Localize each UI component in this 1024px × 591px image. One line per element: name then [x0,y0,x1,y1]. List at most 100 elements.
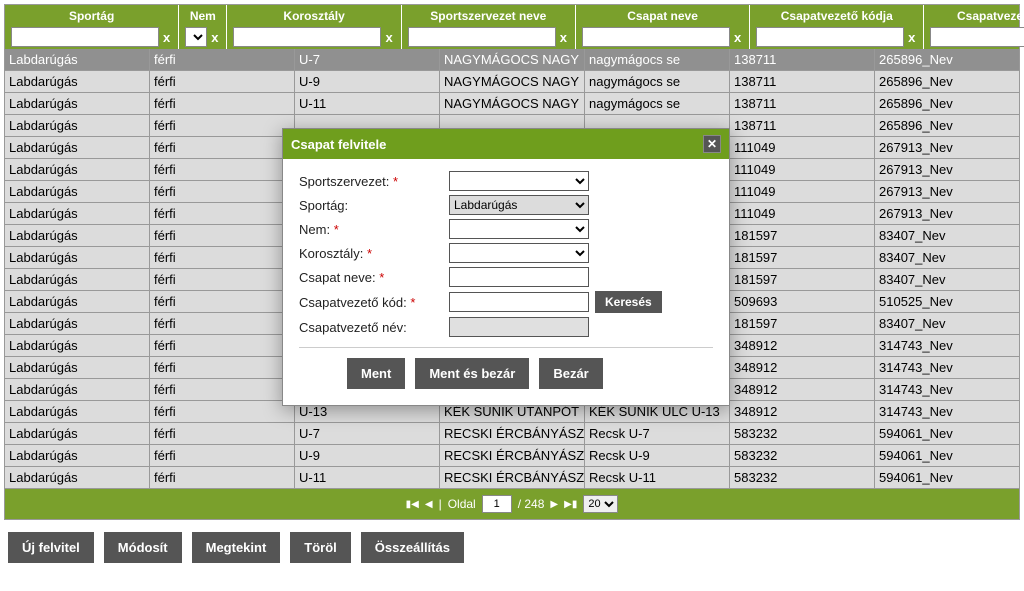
table-cell: Labdarúgás [5,269,150,290]
table-row[interactable]: LabdarúgásférfiU-7RECSKI ÉRCBÁNYÁSZRecsk… [5,423,1019,445]
sport-select[interactable]: Labdarúgás [449,195,589,215]
gender-select[interactable] [449,219,589,239]
delete-button[interactable]: Töröl [290,532,351,563]
table-cell: 509693 [730,291,875,312]
filter-input[interactable] [185,27,207,47]
save-close-button[interactable]: Ment és bezár [415,358,529,389]
filter-input[interactable] [11,27,159,47]
table-row[interactable]: LabdarúgásférfiU-7NAGYMÁGOCS NAGYnagymág… [5,49,1019,71]
table-cell: 138711 [730,49,875,70]
table-cell: U-11 [295,93,440,114]
search-button[interactable]: Keresés [595,291,662,313]
table-cell: 348912 [730,335,875,356]
col-header[interactable]: Csapatvezető kódjax [750,5,924,49]
clear-filter-icon[interactable]: x [558,30,569,45]
org-select[interactable] [449,171,589,191]
table-cell: férfi [150,401,295,422]
edit-button[interactable]: Módosít [104,532,182,563]
col-header[interactable]: Csapat nevex [576,5,750,49]
table-cell: 265896_Nev [875,71,1019,92]
table-cell: Labdarúgás [5,137,150,158]
table-cell: Labdarúgás [5,467,150,488]
age-select[interactable] [449,243,589,263]
table-cell: Recsk U-9 [585,445,730,466]
col-header[interactable]: Sportszervezet nevex [402,5,576,49]
table-cell: 267913_Nev [875,203,1019,224]
page-input[interactable] [482,495,512,513]
dialog-title-bar: Csapat felvitele ✕ [283,129,729,159]
last-page-icon[interactable]: ▶▮ [564,499,577,510]
table-cell: 83407_Nev [875,247,1019,268]
table-cell: férfi [150,203,295,224]
col-header[interactable]: Korosztály x [227,5,401,49]
clear-filter-icon[interactable]: x [383,30,394,45]
table-cell: Recsk U-11 [585,467,730,488]
table-cell: 314743_Nev [875,379,1019,400]
table-cell: 111049 [730,159,875,180]
filter-input[interactable] [756,27,904,47]
table-cell: 111049 [730,203,875,224]
table-row[interactable]: LabdarúgásférfiU-9NAGYMÁGOCS NAGYnagymág… [5,71,1019,93]
table-cell: 111049 [730,137,875,158]
table-cell: Labdarúgás [5,203,150,224]
table-cell: NAGYMÁGOCS NAGY [440,49,585,70]
filter-input[interactable] [582,27,730,47]
col-header[interactable]: Csapatvezető nevex [924,5,1024,49]
clear-filter-icon[interactable]: x [161,30,172,45]
next-page-icon[interactable]: ▶ [550,499,558,510]
org-label: Sportszervezet: * [299,174,449,189]
table-cell: férfi [150,49,295,70]
col-title: Csapatvezető neve [926,7,1024,27]
close-button[interactable]: Bezár [539,358,602,389]
view-button[interactable]: Megtekint [192,532,281,563]
table-cell: 181597 [730,313,875,334]
table-row[interactable]: LabdarúgásférfiU-9RECSKI ÉRCBÁNYÁSZRecsk… [5,445,1019,467]
table-row[interactable]: LabdarúgásférfiU-11NAGYMÁGOCS NAGYnagymá… [5,93,1019,115]
gender-label: Nem: * [299,222,449,237]
table-cell: férfi [150,445,295,466]
col-header[interactable]: Nemx [179,5,227,49]
page-total: / 248 [518,497,545,511]
compose-button[interactable]: Összeállítás [361,532,464,563]
leadcode-label: Csapatvezető kód: * [299,295,449,310]
save-button[interactable]: Ment [347,358,405,389]
page-size-select[interactable]: 20 [583,495,618,513]
team-input[interactable] [449,267,589,287]
filter-input[interactable] [408,27,556,47]
table-cell: férfi [150,423,295,444]
clear-filter-icon[interactable]: x [209,30,220,45]
table-cell: Labdarúgás [5,159,150,180]
table-cell: férfi [150,115,295,136]
table-cell: férfi [150,313,295,334]
table-cell: 348912 [730,357,875,378]
table-cell: 314743_Nev [875,357,1019,378]
new-button[interactable]: Új felvitel [8,532,94,563]
col-header[interactable]: Sportágx [5,5,179,49]
table-cell: 138711 [730,71,875,92]
filter-input[interactable] [930,27,1024,47]
close-icon[interactable]: ✕ [703,135,721,153]
table-cell: Labdarúgás [5,49,150,70]
table-cell: 181597 [730,269,875,290]
table-cell: 138711 [730,115,875,136]
prev-page-icon[interactable]: ◀ [425,499,433,510]
table-cell: férfi [150,467,295,488]
filter-input[interactable] [233,27,381,47]
leadname-label: Csapatvezető név: [299,320,449,335]
table-cell: U-11 [295,467,440,488]
table-cell: Labdarúgás [5,247,150,268]
col-title: Korosztály [229,7,398,27]
table-cell: férfi [150,269,295,290]
clear-filter-icon[interactable]: x [906,30,917,45]
table-cell: Labdarúgás [5,423,150,444]
table-cell: 348912 [730,401,875,422]
team-dialog: Csapat felvitele ✕ Sportszervezet: * Spo… [282,128,730,406]
table-row[interactable]: LabdarúgásférfiU-11RECSKI ÉRCBÁNYÁSZRecs… [5,467,1019,489]
leadcode-input[interactable] [449,292,589,312]
table-cell: 594061_Nev [875,423,1019,444]
first-page-icon[interactable]: ▮◀ [406,499,419,510]
table-cell: férfi [150,379,295,400]
clear-filter-icon[interactable]: x [732,30,743,45]
table-cell: férfi [150,247,295,268]
table-cell: 314743_Nev [875,401,1019,422]
